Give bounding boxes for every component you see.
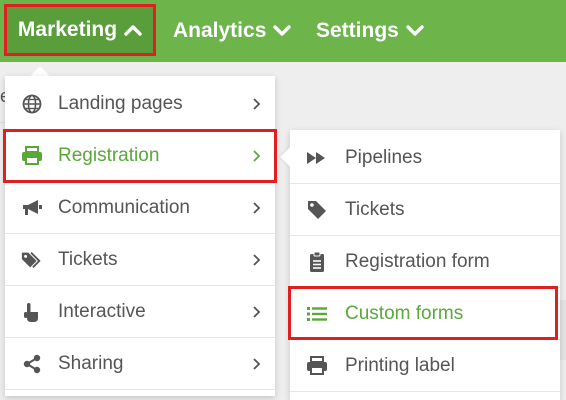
printer-icon [306, 355, 328, 377]
menu-item-landing-pages[interactable]: Landing pages [5, 78, 275, 130]
submenu-item-custom-forms[interactable]: Custom forms [290, 288, 560, 340]
submenu-item-label: Pipelines [345, 146, 423, 168]
nav-marketing[interactable]: Marketing [4, 4, 156, 56]
nav-settings-label: Settings [316, 19, 399, 42]
menu-item-communication[interactable]: Communication [5, 182, 275, 234]
clipboard-icon [306, 251, 328, 273]
chevron-right-icon [253, 357, 261, 370]
share-icon [21, 353, 43, 375]
submenu-item-registration-form[interactable]: Registration form [290, 236, 560, 288]
marketing-dropdown-menu: Landing pages Registration Communication… [5, 76, 275, 396]
chevron-right-icon [253, 149, 261, 162]
submenu-item-tickets[interactable]: Tickets [290, 184, 560, 236]
menu-item-label: Sharing [58, 352, 124, 374]
globe-icon [21, 93, 43, 115]
background-divider-right [560, 300, 566, 360]
menu-item-label: Registration [58, 144, 160, 166]
menu-item-sharing[interactable]: Sharing [5, 338, 275, 390]
chevron-down-icon [273, 25, 292, 36]
submenu-item-label: Tickets [345, 198, 405, 220]
chevron-right-icon [253, 97, 261, 110]
top-navigation-bar: Marketing Analytics Settings [0, 0, 566, 62]
nav-analytics-label: Analytics [173, 19, 267, 42]
tags-icon [21, 249, 43, 271]
menu-item-interactive[interactable]: Interactive [5, 286, 275, 338]
menu-item-label: Landing pages [58, 92, 183, 114]
fast-forward-icon [306, 147, 328, 169]
chevron-down-icon [406, 25, 424, 36]
menu-item-label: Interactive [58, 300, 146, 322]
nav-settings[interactable]: Settings [316, 0, 424, 62]
submenu-item-printing-label[interactable]: Printing label [290, 340, 560, 392]
printer-icon [21, 145, 43, 167]
pointer-hand-icon [21, 301, 43, 323]
tag-icon [306, 199, 328, 221]
list-icon [306, 303, 328, 325]
chevron-right-icon [253, 201, 261, 214]
nav-marketing-label: Marketing [17, 18, 118, 41]
chevron-right-icon [253, 305, 261, 318]
submenu-item-pipelines[interactable]: Pipelines [290, 132, 560, 184]
megaphone-icon [21, 197, 43, 219]
submenu-item-label: Printing label [345, 354, 455, 376]
menu-item-registration[interactable]: Registration [5, 130, 275, 182]
menu-item-label: Tickets [58, 248, 118, 270]
menu-item-label: Communication [58, 196, 190, 218]
submenu-item-label: Custom forms [345, 302, 464, 324]
chevron-up-icon [124, 25, 142, 36]
registration-submenu: Pipelines Tickets Registration form Cust… [290, 130, 560, 400]
chevron-right-icon [253, 253, 261, 266]
submenu-item-label: Registration form [345, 250, 490, 272]
menu-item-tickets[interactable]: Tickets [5, 234, 275, 286]
nav-analytics[interactable]: Analytics [173, 0, 292, 62]
